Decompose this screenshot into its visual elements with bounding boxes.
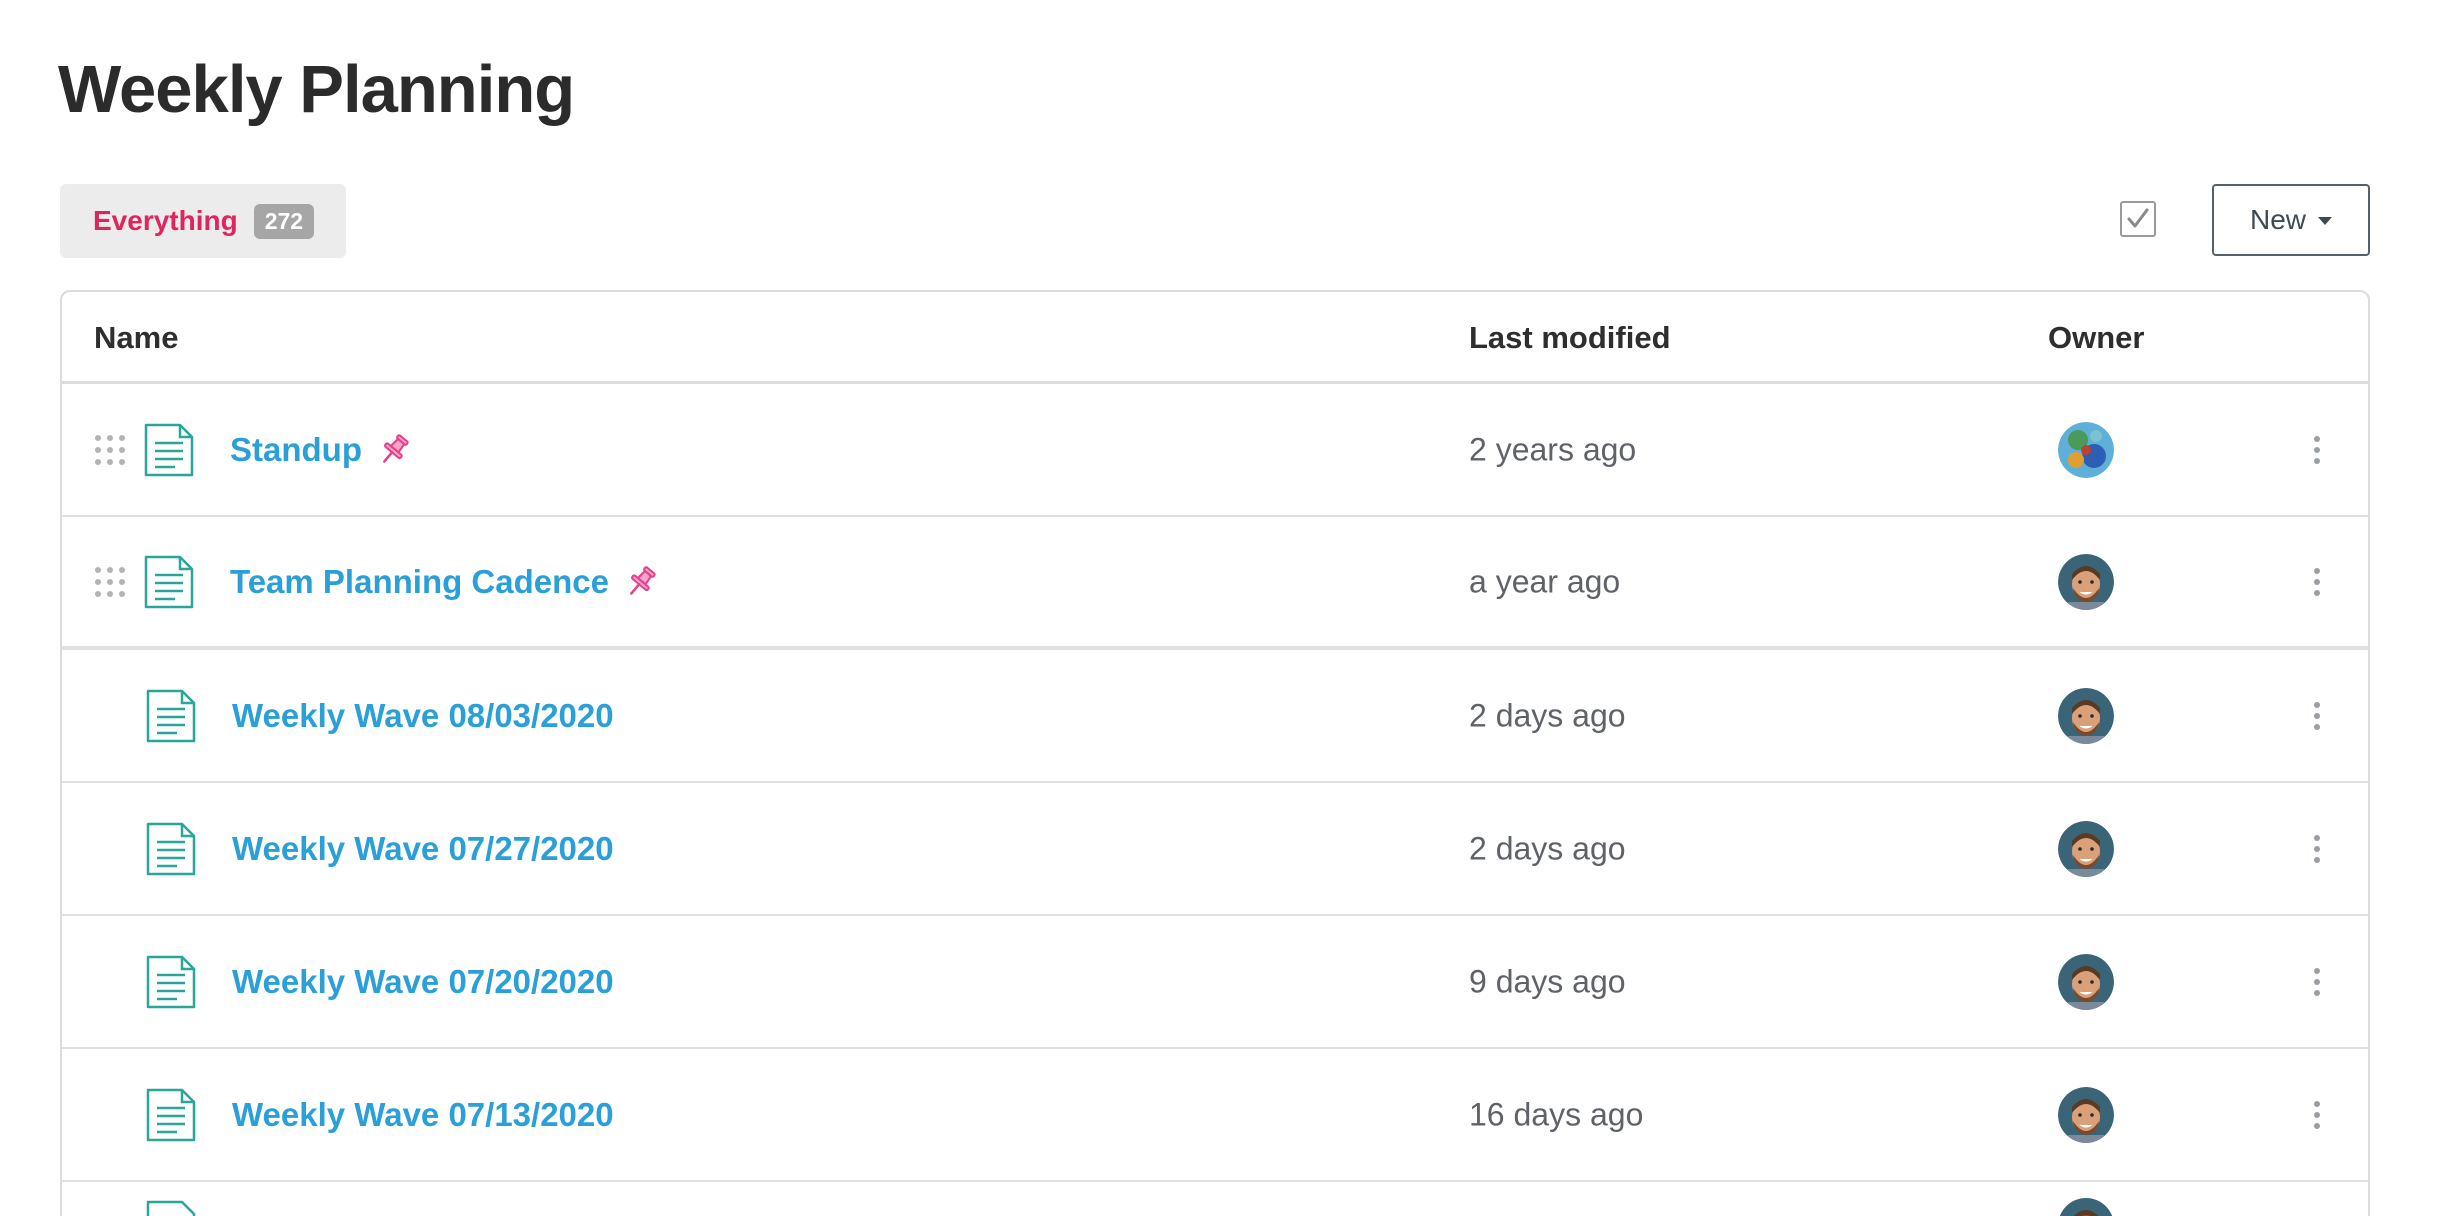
- last-modified: 2 years ago: [1469, 431, 1637, 467]
- owner-avatar[interactable]: [2058, 421, 2114, 478]
- column-header-owner[interactable]: Owner: [2048, 320, 2144, 356]
- table-row[interactable]: Team Planning Cadence a year ago: [62, 517, 2368, 650]
- last-modified: a year ago: [1469, 563, 1621, 599]
- last-modified: 2 days ago: [1469, 830, 1626, 866]
- page: Weekly Planning Everything 272 New Name …: [0, 0, 2460, 1216]
- owner-avatar[interactable]: [2058, 1086, 2114, 1143]
- page-title: Weekly Planning: [58, 52, 575, 127]
- owner-avatar[interactable]: [2058, 553, 2114, 610]
- document-link[interactable]: Team Planning Cadence: [230, 563, 659, 601]
- document-link[interactable]: Weekly Wave 08/03/2020: [232, 697, 614, 735]
- table-row[interactable]: Weekly Wave 07/13/2020 16 days ago: [62, 1049, 2368, 1182]
- row-menu-icon[interactable]: [2302, 430, 2332, 470]
- row-menu-icon[interactable]: [2302, 829, 2332, 869]
- document-name: Team Planning Cadence: [230, 562, 609, 600]
- document-icon: [146, 1200, 196, 1216]
- document-name: Weekly Wave 07/13/2020: [232, 1095, 614, 1133]
- table-row-partial: [62, 1182, 2368, 1216]
- column-header-name[interactable]: Name: [94, 320, 178, 356]
- document-name: Weekly Wave 08/03/2020: [232, 696, 614, 734]
- document-icon: [144, 423, 194, 476]
- row-menu-icon[interactable]: [2302, 562, 2332, 602]
- row-menu-icon[interactable]: [2302, 1095, 2332, 1135]
- documents-table: Name Last modified Owner Standup 2 years…: [60, 290, 2370, 1216]
- table-row[interactable]: Standup 2 years ago: [62, 384, 2368, 517]
- owner-avatar[interactable]: [2058, 687, 2114, 744]
- table-row[interactable]: Weekly Wave 08/03/2020 2 days ago: [62, 650, 2368, 783]
- document-link[interactable]: Standup: [230, 431, 412, 469]
- document-icon: [146, 689, 196, 742]
- last-modified: 2 days ago: [1469, 697, 1626, 733]
- pin-icon[interactable]: [376, 432, 412, 468]
- document-name: Weekly Wave 07/27/2020: [232, 829, 614, 867]
- document-icon: [146, 822, 196, 875]
- caret-down-icon: [2318, 217, 2332, 225]
- owner-avatar[interactable]: [2058, 820, 2114, 877]
- filter-everything[interactable]: Everything 272: [60, 184, 346, 258]
- drag-handle-icon[interactable]: [95, 434, 125, 465]
- table-header: Name Last modified Owner: [62, 292, 2368, 384]
- document-link[interactable]: Weekly Wave 07/20/2020: [232, 963, 614, 1001]
- row-menu-icon[interactable]: [2302, 696, 2332, 736]
- column-header-modified[interactable]: Last modified: [1469, 320, 1671, 356]
- document-icon: [146, 1088, 196, 1141]
- last-modified: 9 days ago: [1469, 963, 1626, 999]
- row-menu-icon[interactable]: [2302, 962, 2332, 1002]
- select-mode-checkbox[interactable]: [2120, 201, 2156, 237]
- document-link[interactable]: Weekly Wave 07/27/2020: [232, 830, 614, 868]
- document-icon: [146, 955, 196, 1008]
- checkmark-icon: [2127, 208, 2149, 228]
- document-icon: [144, 555, 194, 608]
- table-row[interactable]: Weekly Wave 07/20/2020 9 days ago: [62, 916, 2368, 1049]
- document-link[interactable]: Weekly Wave 07/13/2020: [232, 1096, 614, 1134]
- owner-avatar[interactable]: [2058, 953, 2114, 1010]
- document-name: Standup: [230, 430, 362, 468]
- filter-label: Everything: [93, 205, 238, 236]
- last-modified: 16 days ago: [1469, 1096, 1644, 1132]
- drag-handle-icon[interactable]: [95, 566, 125, 597]
- table-row[interactable]: Weekly Wave 07/27/2020 2 days ago: [62, 783, 2368, 916]
- owner-avatar: [2059, 1198, 2113, 1216]
- filter-count-badge: 272: [253, 203, 315, 239]
- document-name: Weekly Wave 07/20/2020: [232, 962, 614, 1000]
- new-button[interactable]: New: [2212, 184, 2370, 256]
- new-button-label: New: [2249, 204, 2306, 235]
- pin-icon[interactable]: [623, 564, 659, 600]
